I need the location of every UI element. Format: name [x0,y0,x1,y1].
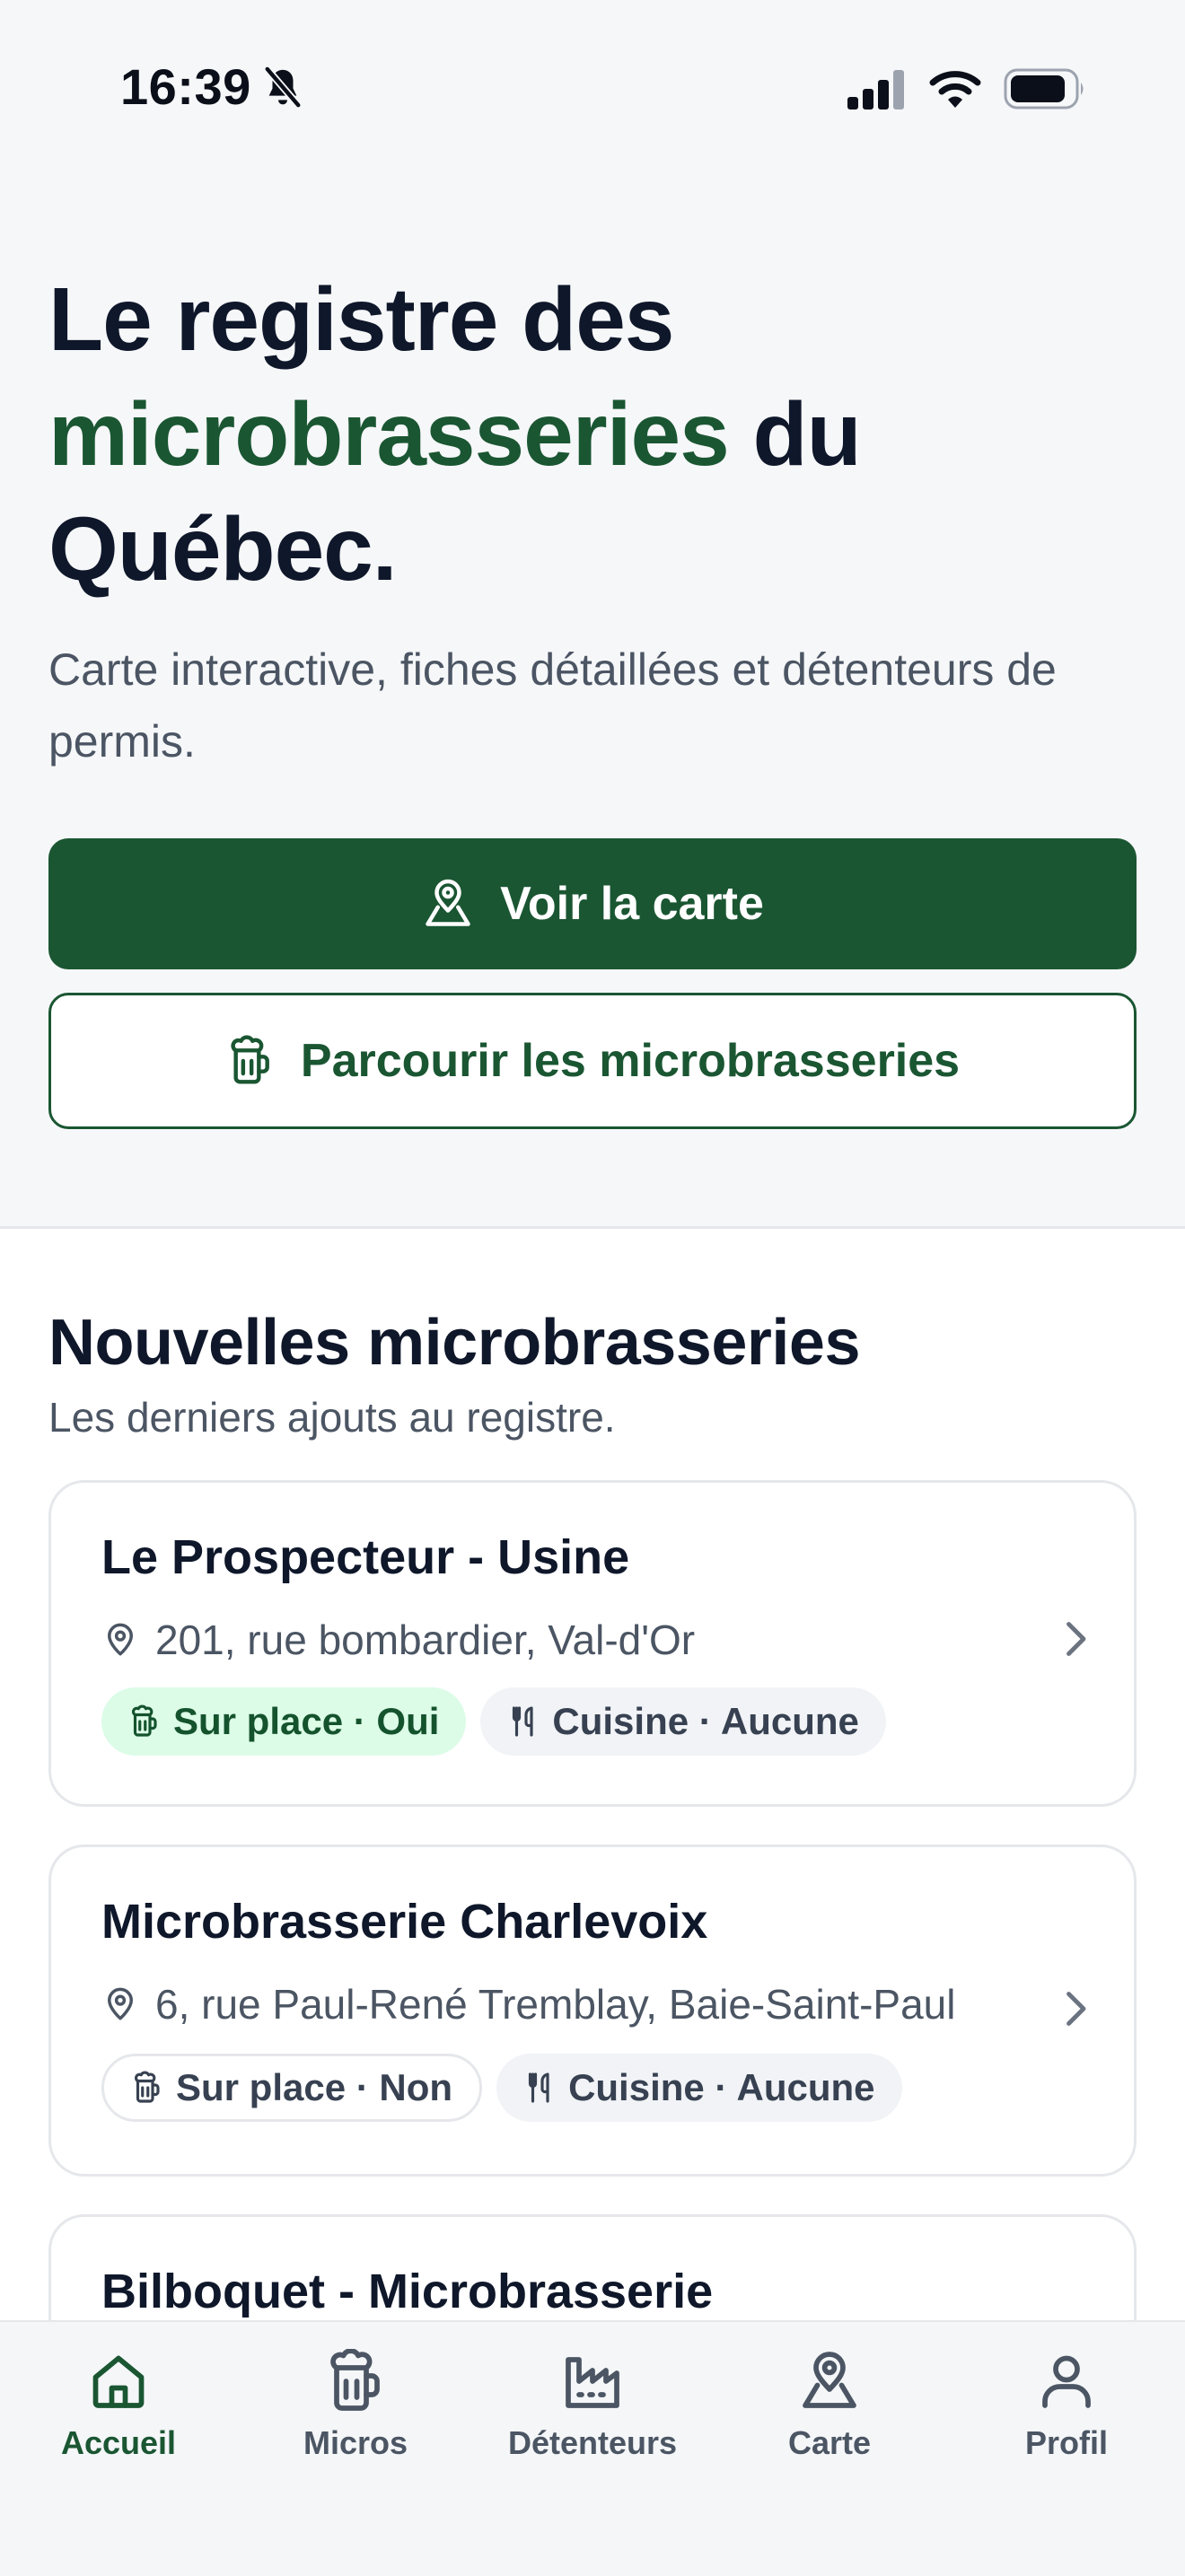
home-icon [86,2345,151,2417]
wifi-icon [928,68,982,114]
tab-accueil[interactable]: Accueil [0,2345,237,2462]
map-pin-icon [797,2345,862,2417]
view-map-label: Voir la carte [500,878,764,930]
brewery-card[interactable]: Microbrasserie Charlevoix 6, rue Paul-Re… [48,1844,1137,2177]
map-pin-icon [421,877,475,931]
brewery-name: Bilboquet - Microbrasserie [101,2265,714,2318]
hero-subtitle: Carte interactive, fiches détaillées et … [48,644,1057,767]
beer-mug-icon [131,2071,163,2105]
bell-muted-icon [262,65,303,116]
brewery-address: 6, rue Paul-René Tremblay, Baie-Saint-Pa… [101,1980,955,2028]
bottom-tab-bar: Accueil Micros Détenteurs Carte Profil [0,2320,1185,2576]
battery-icon [1004,68,1086,114]
utensils-icon [523,2071,556,2105]
cellular-signal-icon [847,70,907,114]
status-bar: 16:39 [0,0,1185,180]
location-pin-icon [101,1985,139,2023]
factory-icon [560,2345,625,2417]
hero-section: Le registre des microbrasseries du Québe… [0,180,1185,1226]
view-map-button[interactable]: Voir la carte [48,838,1137,969]
brewery-name: Le Prospecteur - Usine [101,1530,630,1584]
onsite-badge: Sur place · Non [101,2054,483,2122]
chevron-right-icon [1062,1617,1089,1665]
tab-micros[interactable]: Micros [237,2345,474,2462]
browse-breweries-button[interactable]: Parcourir les microbrasseries [48,993,1137,1129]
tab-label: Micros [303,2424,408,2461]
tab-label: Accueil [60,2424,177,2461]
cuisine-badge-label: Cuisine · Aucune [552,1700,859,1742]
cuisine-badge: Cuisine · Aucune [496,2054,902,2122]
onsite-badge-label: Sur place · Oui [173,1700,440,1742]
beer-mug-icon [225,1034,276,1088]
tab-label: Profil [1024,2424,1108,2461]
brewery-card[interactable]: Le Prospecteur - Usine 201, rue bombardi… [48,1480,1137,1807]
brewery-address: 201, rue bombardier, Val-d'Or [101,1616,695,1664]
tab-profil[interactable]: Profil [948,2345,1185,2462]
brewery-address-text: 6, rue Paul-René Tremblay, Baie-Saint-Pa… [155,1981,956,2028]
chevron-right-icon [1062,1987,1089,2035]
brewery-tags: Sur place · Non Cuisine · Aucune [101,2054,917,2122]
section-subtitle: Les derniers ajouts au registre. [48,1394,616,1441]
hero-title-accent: microbrasseries [48,384,730,485]
tab-detenteurs[interactable]: Détenteurs [474,2345,711,2462]
cuisine-badge: Cuisine · Aucune [480,1687,886,1756]
section-title: Nouvelles microbrasseries [48,1307,861,1379]
tab-label: Carte [787,2424,872,2461]
onsite-badge: Sur place · Oui [101,1687,467,1756]
hero-title-part1: Le registre des [48,269,674,370]
tab-label: Détenteurs [507,2424,678,2461]
brewery-address-text: 201, rue bombardier, Val-d'Or [155,1617,696,1663]
beer-mug-icon [323,2345,388,2417]
location-pin-icon [101,1621,139,1659]
brewery-tags: Sur place · Oui Cuisine · Aucune [101,1687,900,1756]
browse-breweries-label: Parcourir les microbrasseries [300,1035,961,1087]
status-time: 16:39 [120,58,251,115]
cuisine-badge-label: Cuisine · Aucune [568,2066,875,2108]
onsite-badge-label: Sur place · Non [176,2066,453,2108]
brewery-name: Microbrasserie Charlevoix [101,1895,708,1949]
user-icon [1034,2345,1099,2417]
hero-title: Le registre des microbrasseries du Québe… [48,262,1126,607]
tab-carte[interactable]: Carte [711,2345,948,2462]
utensils-icon [507,1704,540,1739]
beer-mug-icon [128,1704,161,1739]
